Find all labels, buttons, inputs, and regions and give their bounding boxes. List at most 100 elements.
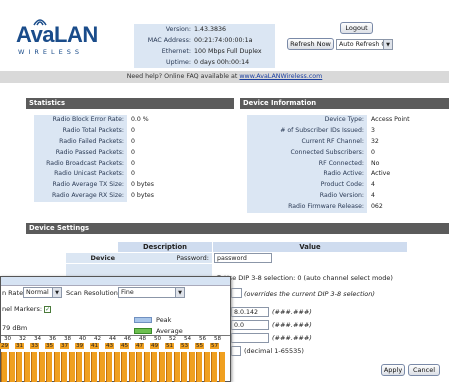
row-label: Radio Version: — [247, 191, 367, 203]
channel-marker — [166, 352, 172, 382]
channel-tick-label: 31 — [15, 343, 25, 349]
scan-resolution-value: Fine — [121, 289, 134, 296]
table-row: Radio Average TX Size: 0 bytes — [34, 180, 234, 192]
channel-tick-label: 51 — [165, 343, 175, 349]
row-label: Radio Total Packets: — [34, 125, 127, 137]
summary-row: Ethernet: 100 Mbps Full Duplex — [134, 46, 275, 57]
channel-marker — [61, 352, 67, 382]
row-value: 0 — [371, 148, 375, 156]
summary-row: MAC Address: 00:21:74:00:00:1a — [134, 35, 275, 46]
channel-tick-label: 49 — [150, 343, 160, 349]
channel-marker — [136, 352, 142, 382]
password-input[interactable]: password — [214, 253, 272, 263]
channel-marker — [8, 352, 15, 382]
channel-marker — [91, 352, 97, 382]
device-information-header: Device Information — [240, 98, 449, 109]
gateway-input[interactable] — [231, 333, 269, 343]
channel-marker — [121, 352, 127, 382]
logo-tagline: WIRELESS — [18, 48, 83, 56]
dip-override-input[interactable] — [231, 288, 242, 298]
cancel-button[interactable]: Cancel — [408, 364, 440, 376]
network-id-input[interactable] — [231, 346, 241, 356]
dip-auto-option[interactable]: Use DIP 3-8 selection: 0 (auto channel s… — [216, 274, 393, 282]
channel-marker — [218, 352, 225, 382]
channel-tick-label: 56 — [199, 336, 207, 342]
password-label: Password: — [118, 253, 212, 263]
summary-label: Uptime: — [166, 59, 191, 66]
help-bar: Need help? Online FAQ available at www.A… — [0, 71, 449, 83]
device-information-table: Device Type: Access Point # of Subscriber … — [247, 115, 449, 214]
chevron-down-icon: ▼ — [383, 40, 392, 49]
ip-address-input[interactable]: 8.0.142 — [231, 307, 269, 317]
channel-markers-label: nel Markers: ✓ — [2, 305, 52, 313]
logout-button[interactable]: Logout — [340, 22, 373, 34]
channel-tick-label: 48 — [139, 336, 147, 342]
summary-value: 00:21:74:00:00:1a — [194, 37, 253, 44]
channel-marker — [83, 352, 90, 382]
channel-tick-label: 54 — [184, 336, 192, 342]
channel-tick-label: 35 — [45, 343, 55, 349]
row-value: 0 — [131, 148, 135, 156]
channel-tick-label: 44 — [109, 336, 117, 342]
summary-row: Uptime: 0 days 00h:00:14 — [134, 57, 275, 68]
device-summary-box: Version: 1.43.3836 MAC Address: 00:21:74:00… — [134, 24, 275, 68]
row-value: 0.0 % — [131, 116, 149, 123]
network-id-hint: (decimal 1-65535) — [244, 347, 304, 355]
table-row: Current RF Channel: 32 — [247, 136, 449, 148]
row-label: Radio Active: — [247, 169, 367, 181]
logo-wordmark: AvaLAN — [16, 22, 98, 47]
row-label: Radio Broadcast Packets: — [34, 158, 127, 170]
table-row: Connected Subscribers: 0 — [247, 147, 449, 159]
channel-marker — [16, 352, 22, 382]
row-value: 0 bytes — [131, 192, 154, 200]
subnet-mask-input[interactable]: 0.0 — [231, 320, 269, 330]
channel-tick-label: 41 — [90, 343, 100, 349]
channel-tick-label: 45 — [120, 343, 130, 349]
dip-override-label: (overrides the current DIP 3-8 selection… — [244, 290, 375, 298]
table-row: Radio Average RX Size: 0 bytes — [34, 191, 234, 203]
channel-tick-label: 29 — [0, 343, 10, 349]
row-label: Radio Block Error Rate: — [34, 115, 127, 126]
channel-marker — [188, 352, 195, 382]
wireless-arc-icon — [33, 19, 47, 26]
row-value: No — [371, 159, 380, 167]
apply-button[interactable]: Apply — [381, 364, 405, 376]
table-row: Radio Total Packets: 0 — [34, 125, 234, 137]
row-value: 062 — [371, 203, 383, 211]
peak-legend-swatch — [134, 317, 152, 323]
summary-label: MAC Address: — [147, 37, 191, 44]
summary-label: Version: — [165, 26, 191, 33]
channel-tick-label: 50 — [154, 336, 162, 342]
scan-resolution-select[interactable]: Fine ▼ — [118, 287, 185, 298]
device-row-label: Device — [66, 253, 118, 263]
channel-tick-label: 58 — [214, 336, 222, 342]
channel-marker — [196, 352, 202, 382]
faq-link[interactable]: www.AvaLANWireless.com — [239, 73, 322, 80]
channel-tick-label: 34 — [34, 336, 42, 342]
channel-tick-label: 52 — [169, 336, 177, 342]
row-label: Radio Average TX Size: — [34, 180, 127, 192]
channel-tick-label: 39 — [75, 343, 85, 349]
summary-value: 100 Mbps Full Duplex — [194, 48, 262, 55]
channel-marker — [181, 352, 187, 382]
value-column-header: Value — [213, 242, 407, 252]
table-row: RF Connected: No — [247, 158, 449, 170]
description-column-header: Description — [118, 242, 212, 252]
channel-marker — [203, 352, 210, 382]
channel-marker — [106, 352, 112, 382]
device-settings-header: Device Settings — [26, 223, 449, 234]
channel-markers-checkbox[interactable]: ✓ — [44, 305, 52, 313]
channel-marker — [76, 352, 82, 382]
channel-marker — [46, 352, 52, 382]
channel-tick-label: 37 — [60, 343, 70, 349]
channel-tick-label: 33 — [30, 343, 40, 349]
table-row: Radio Unicast Packets: 0 — [34, 169, 234, 181]
refresh-now-button[interactable]: Refresh Now — [287, 38, 334, 50]
summary-label: Ethernet: — [161, 48, 191, 55]
auto-refresh-select[interactable]: Auto Refresh Off ▼ — [336, 39, 393, 50]
row-label: RF Connected: — [247, 158, 367, 170]
channel-marker — [38, 352, 45, 382]
average-legend-label: Average — [156, 327, 183, 335]
scan-rate-select[interactable]: Normal ▼ — [23, 287, 62, 298]
channel-marker — [173, 352, 180, 382]
